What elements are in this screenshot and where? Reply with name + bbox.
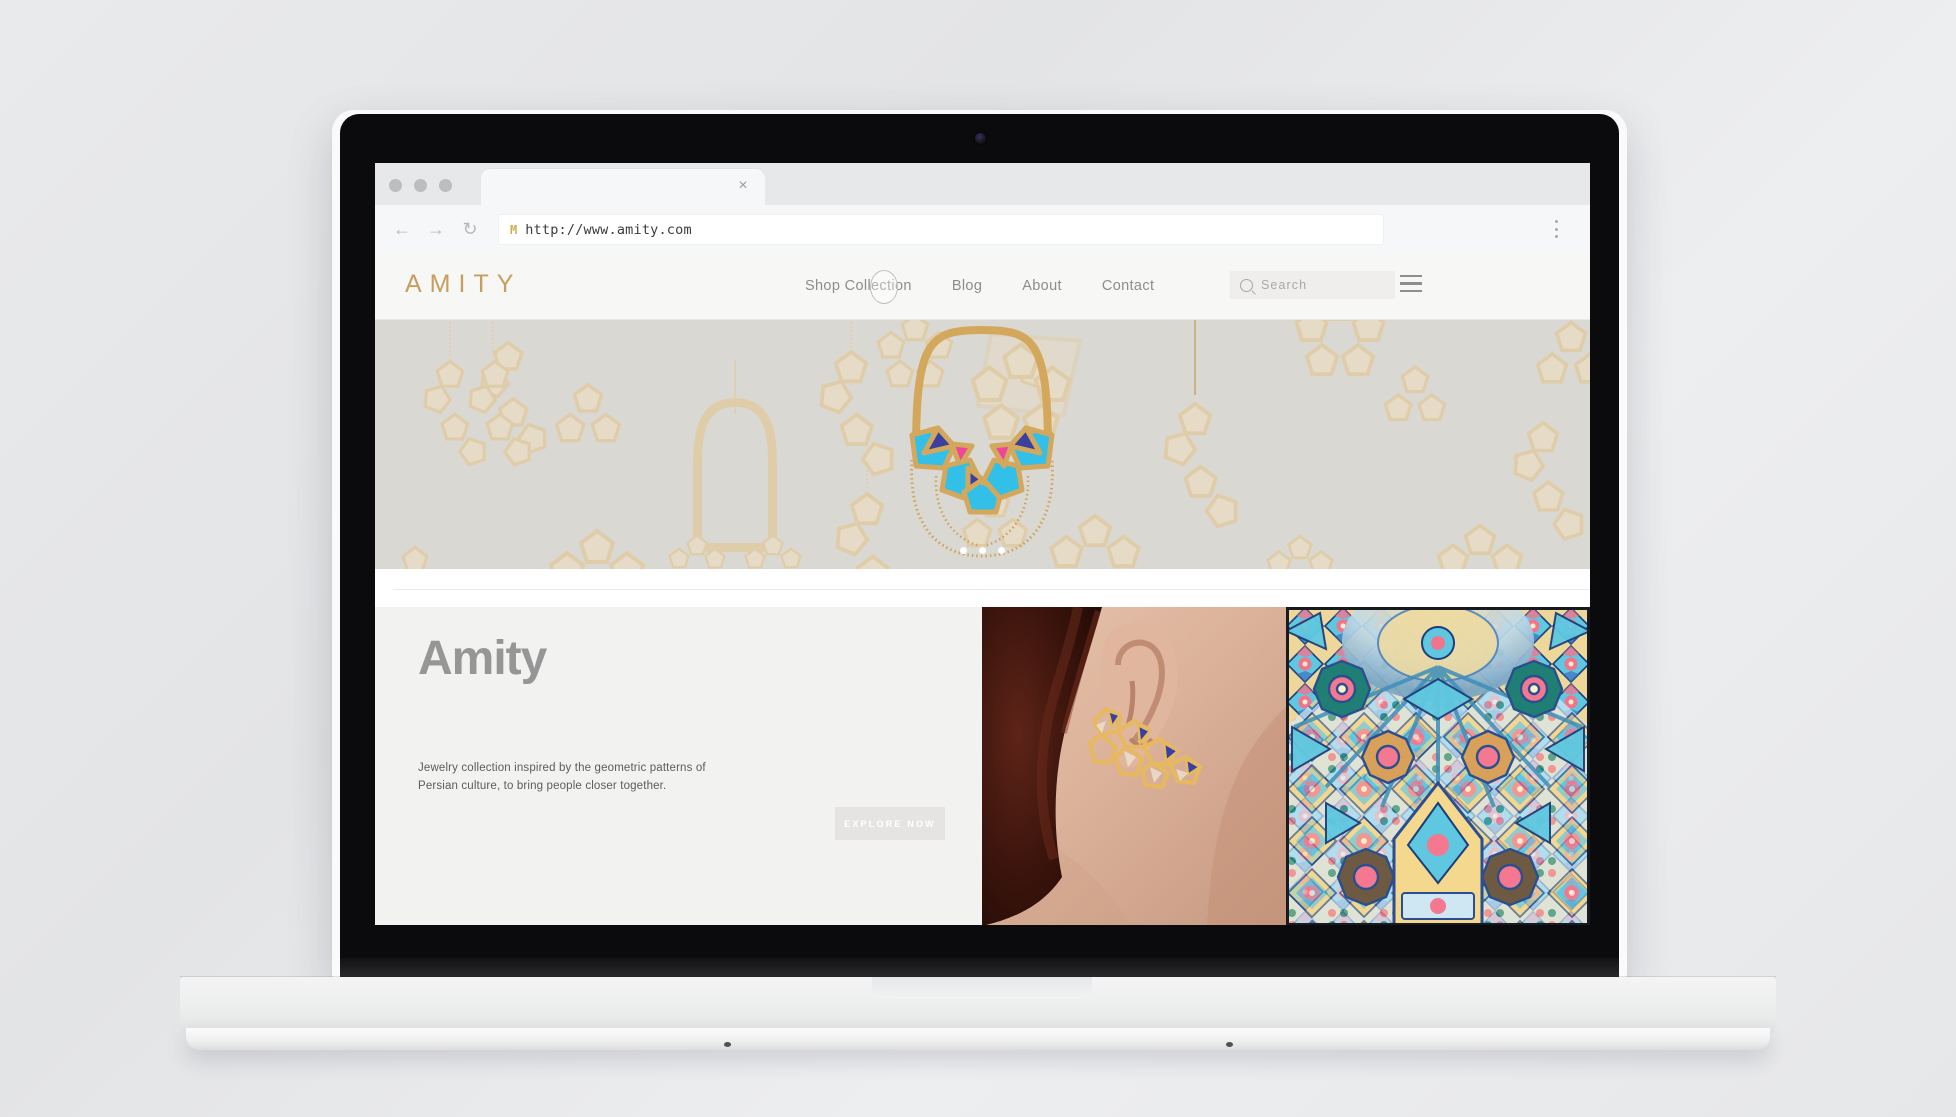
laptop-base-lip: [186, 1028, 1770, 1050]
website-viewport: AMITY Shop Collection Blog About Contact…: [375, 253, 1590, 925]
laptop-foot-right: [1226, 1042, 1233, 1047]
intro-description: Jewelry collection inspired by the geome…: [418, 762, 706, 793]
close-icon[interactable]: ×: [735, 178, 751, 194]
window-maximize-dot[interactable]: [439, 179, 452, 192]
favicon-icon: M: [510, 222, 517, 237]
laptop-open-notch: [872, 977, 1092, 999]
address-bar[interactable]: M http://www.amity.com: [499, 215, 1383, 244]
search-icon: [1240, 278, 1253, 292]
browser-tabbar: ×: [375, 163, 1590, 205]
laptop-hinge: [340, 958, 1619, 978]
ear-photo: [982, 607, 1286, 925]
nav-item-blog[interactable]: Blog: [952, 278, 982, 294]
laptop-mockup: × ← → ↻ M http://www.amity.com AMITY Sho…: [0, 0, 1956, 1117]
laptop-foot-left: [724, 1042, 731, 1047]
site-navbar: AMITY Shop Collection Blog About Contact…: [375, 253, 1590, 320]
explore-now-button[interactable]: EXPLORE NOW: [835, 807, 945, 840]
intro-section: Amity Jewelry collection inspired by the…: [375, 607, 1590, 925]
browser-tab[interactable]: ×: [481, 169, 765, 205]
site-logo[interactable]: AMITY: [405, 270, 521, 299]
search-placeholder: Search: [1261, 278, 1308, 292]
hamburger-menu-icon[interactable]: [1400, 275, 1422, 292]
site-menu: Shop Collection Blog About Contact: [805, 278, 1154, 294]
burger-line: [1400, 275, 1422, 278]
address-bar-url: http://www.amity.com: [525, 221, 692, 238]
hero-pattern-illustration: [375, 320, 1590, 569]
reload-icon[interactable]: ↻: [461, 220, 479, 238]
nav-item-contact[interactable]: Contact: [1102, 278, 1154, 294]
intro-copy-panel: Amity Jewelry collection inspired by the…: [375, 607, 982, 925]
window-controls[interactable]: [389, 179, 452, 192]
hero-banner: [375, 320, 1590, 569]
burger-line: [1400, 282, 1422, 285]
burger-line: [1400, 289, 1422, 292]
window-minimize-dot[interactable]: [414, 179, 427, 192]
nav-item-about[interactable]: About: [1022, 278, 1062, 294]
carousel-pagination[interactable]: [375, 547, 1590, 554]
back-arrow-icon[interactable]: ←: [393, 220, 411, 238]
kebab-dot: [1554, 227, 1558, 231]
section-divider: [375, 569, 1590, 607]
webcam-icon: [975, 133, 986, 144]
persian-mosaic-photo: [1286, 607, 1590, 925]
browser-menu-icon[interactable]: [1554, 220, 1558, 238]
browser-window: × ← → ↻ M http://www.amity.com AMITY Sho…: [375, 163, 1590, 925]
kebab-dot: [1554, 220, 1558, 223]
window-close-dot[interactable]: [389, 179, 402, 192]
kebab-dot: [1554, 235, 1558, 238]
carousel-dot-1[interactable]: [960, 547, 967, 554]
cursor-highlight-ring: [870, 270, 898, 304]
carousel-dot-3[interactable]: [998, 547, 1005, 554]
carousel-dot-2[interactable]: [979, 547, 986, 554]
search-input[interactable]: Search: [1230, 271, 1395, 299]
page-title: Amity: [418, 632, 547, 685]
forward-arrow-icon[interactable]: →: [427, 220, 445, 238]
